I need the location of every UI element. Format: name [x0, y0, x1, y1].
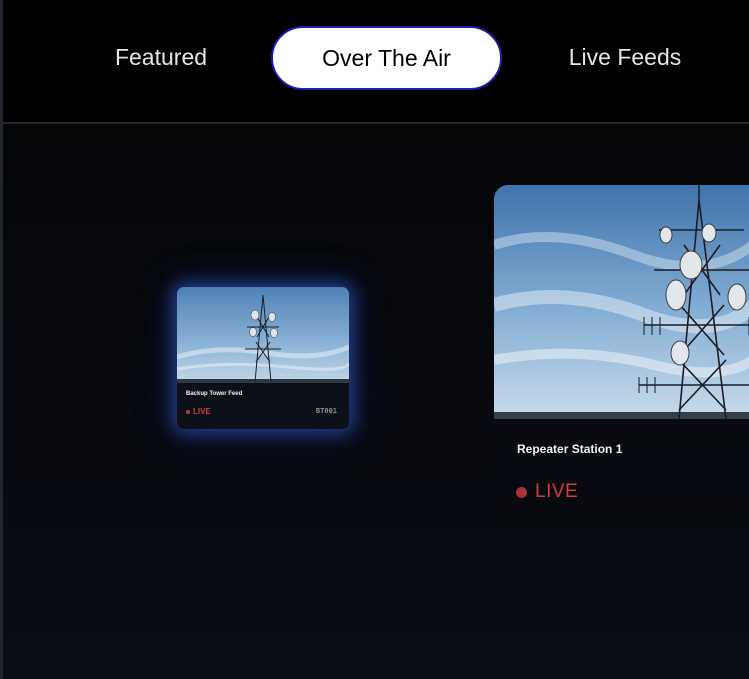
live-dot-icon — [516, 486, 527, 498]
card-title: Backup Tower Feed — [186, 391, 243, 397]
tab-featured[interactable]: Featured — [99, 26, 223, 88]
live-indicator: LIVE — [516, 481, 578, 503]
card-title: Repeater Station 1 — [517, 442, 623, 456]
live-indicator: LIVE — [186, 407, 211, 416]
antenna-tower-image — [494, 185, 749, 419]
station-code: BT001 — [315, 407, 337, 415]
tab-over-the-air[interactable]: Over The Air — [271, 26, 502, 90]
carousel-area: Backup Tower Feed LIVE BT001 Repeater St… — [3, 124, 749, 679]
antenna-tower-image — [177, 287, 349, 383]
live-label: LIVE — [193, 407, 211, 416]
live-label: LIVE — [535, 481, 579, 502]
category-tab-bar: Featured Over The Air Live Feeds — [3, 0, 749, 124]
app-root: Featured Over The Air Live Feeds Backup … — [0, 0, 749, 679]
live-dot-icon — [186, 409, 190, 414]
feed-card-repeater-station[interactable]: Repeater Station 1 LIVE — [494, 185, 749, 527]
feed-card-backup-tower[interactable]: Backup Tower Feed LIVE BT001 — [177, 287, 349, 429]
tab-live-feeds[interactable]: Live Feeds — [550, 26, 700, 88]
